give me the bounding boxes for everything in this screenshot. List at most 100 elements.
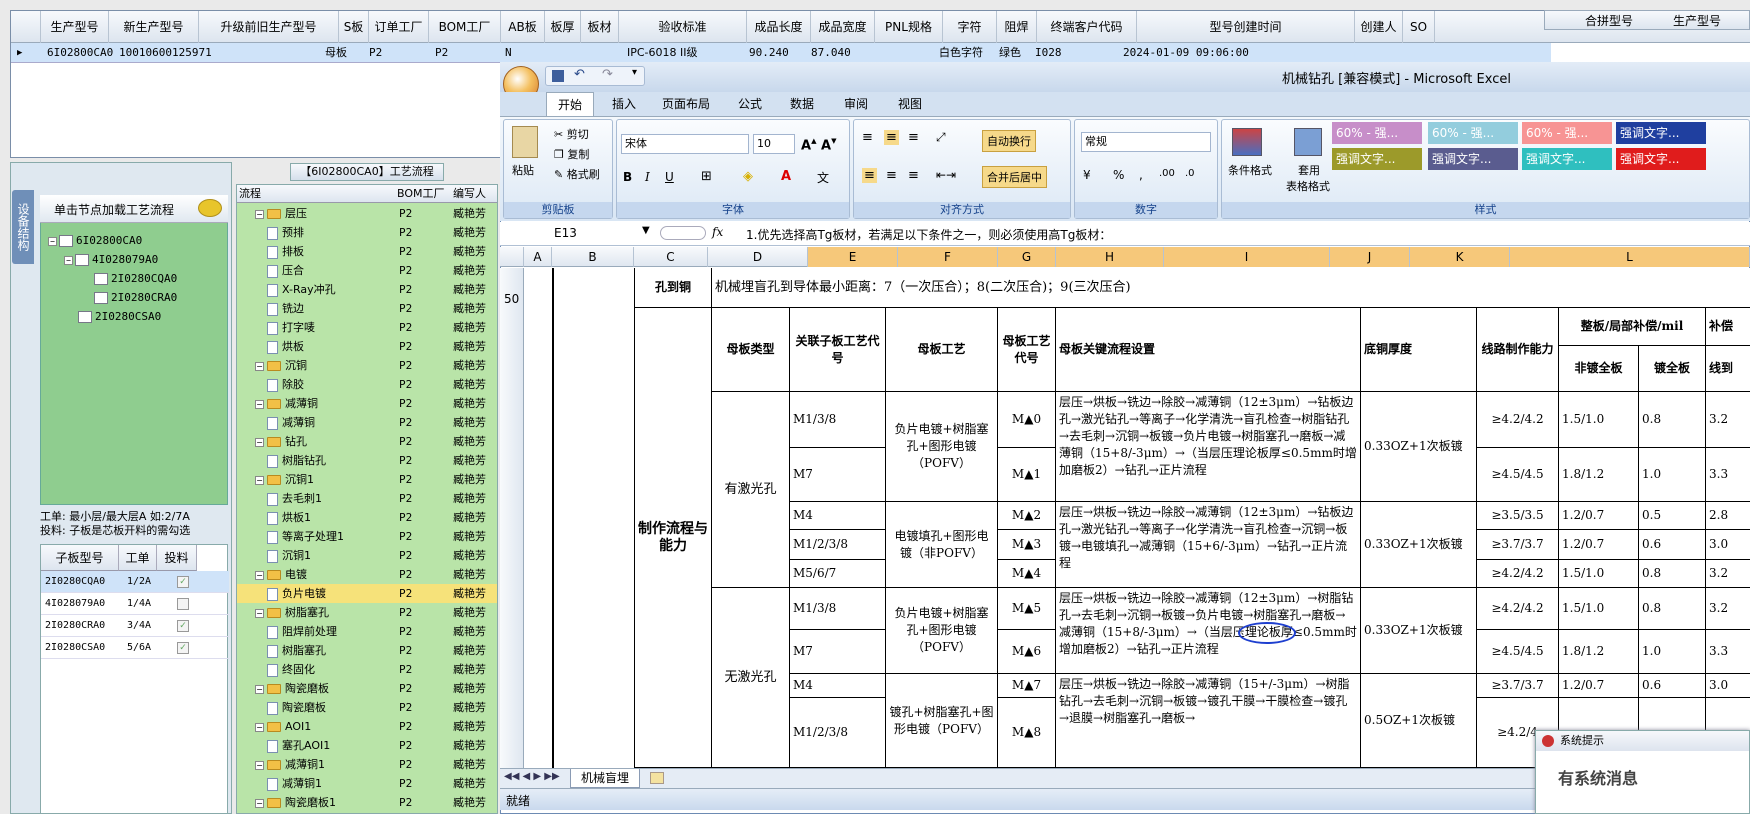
non-plated-cell[interactable]: 1.8/1.2 xyxy=(1559,448,1639,502)
table-row[interactable]: 2I0280CSA0 5/6A ✓ xyxy=(41,637,229,659)
col-thickness[interactable]: 板厚 xyxy=(545,11,581,43)
phonetic-icon[interactable]: 文 xyxy=(817,169,829,186)
collapse-icon[interactable]: − xyxy=(255,798,264,808)
col-ab[interactable]: AB板 xyxy=(501,11,545,43)
row-header-50[interactable]: 50 xyxy=(504,292,519,306)
worksheet[interactable]: 50 孔到铜 机械埋盲孔到导体最小距离：7（一次压合）；8(二次压合)；9(三次… xyxy=(500,268,1750,768)
list-item[interactable]: − 电镀 P2 臧艳芳 xyxy=(237,565,497,584)
list-item[interactable]: 树脂钻孔 P2 臧艳芳 xyxy=(237,451,497,470)
col-old-prod-no[interactable]: 升级前旧生产型号 xyxy=(199,11,339,43)
sub-order-cell[interactable]: 3/4A xyxy=(127,615,151,637)
process-code-cell[interactable]: M▲1 xyxy=(998,448,1056,502)
number-format-select[interactable]: 常规 xyxy=(1081,132,1211,152)
undo-icon[interactable]: ↶ xyxy=(574,67,585,82)
cell-mask[interactable]: 绿色 xyxy=(999,43,1021,63)
non-plated-cell[interactable]: 1.2/0.7 xyxy=(1559,674,1639,698)
line-cell[interactable]: 3.2 xyxy=(1706,588,1750,630)
feed-checkbox[interactable]: ✓ xyxy=(177,642,189,654)
h-line[interactable]: 线到 xyxy=(1706,346,1750,392)
collapse-icon[interactable]: − xyxy=(48,236,57,246)
list-item[interactable]: 烘板 P2 臧艳芳 xyxy=(237,337,497,356)
list-item[interactable]: 压合 P2 臧艳芳 xyxy=(237,261,497,280)
col-header-A[interactable]: A xyxy=(524,247,552,267)
col-header-G[interactable]: G xyxy=(998,247,1056,267)
col-standard[interactable]: 验收标准 xyxy=(619,11,747,43)
col-s-board[interactable]: S板 xyxy=(339,11,369,43)
indent-icon[interactable]: ⇤⇥ xyxy=(936,168,956,182)
cell-created[interactable]: 2024-01-09 09:06:00 xyxy=(1123,43,1249,63)
non-plated-cell[interactable]: 1.5/1.0 xyxy=(1559,560,1639,588)
h-key-flow[interactable]: 母板关键流程设置 xyxy=(1056,308,1361,392)
list-item[interactable]: − 钻孔 P2 臧艳芳 xyxy=(237,432,497,451)
sub-model-cell[interactable]: 2I0280CSA0 xyxy=(45,637,105,659)
sub-model-cell[interactable]: 4I028079A0 xyxy=(45,593,105,615)
grow-font-icon[interactable]: A▴ A▾ xyxy=(801,134,837,153)
name-box[interactable]: E13 xyxy=(554,226,577,240)
conditional-format-button[interactable]: 条件格式 xyxy=(1228,162,1272,178)
h-plated[interactable]: 镀全板 xyxy=(1639,346,1706,392)
col-customer[interactable]: 终端客户代码 xyxy=(1037,11,1137,43)
sheet-tab-active[interactable]: 机械盲埋 xyxy=(570,769,641,788)
hole-copper-text[interactable]: 机械埋盲孔到导体最小距离：7（一次压合）；8(二次压合)；9(三次压合) xyxy=(712,268,1750,308)
format-painter-button[interactable]: ✎ 格式刷 xyxy=(554,166,600,182)
capability-cell[interactable]: ≥4.2/4.2 xyxy=(1477,560,1559,588)
sub-order-cell[interactable]: 1/4A xyxy=(127,593,151,615)
align-right-icon[interactable]: ≡ xyxy=(908,168,919,183)
col-header-E[interactable]: E xyxy=(808,247,898,267)
tab-formulas[interactable]: 公式 xyxy=(730,92,770,116)
sub-model-cell[interactable]: 2I0280CQA0 xyxy=(45,571,105,593)
col-width[interactable]: 成品宽度 xyxy=(811,11,875,43)
select-all-corner[interactable] xyxy=(500,247,524,267)
list-item[interactable]: 除胶 P2 臧艳芳 xyxy=(237,375,497,394)
popup-message[interactable]: 有系统消息 xyxy=(1558,765,1638,789)
font-color-icon[interactable]: A xyxy=(781,169,791,184)
non-plated-cell[interactable]: 1.5/1.0 xyxy=(1559,588,1639,630)
h-process-code[interactable]: 母板工艺代号 xyxy=(998,308,1056,392)
col-material[interactable]: 板材 xyxy=(581,11,619,43)
col-flow[interactable]: 流程 xyxy=(239,185,261,203)
list-item[interactable]: 排板 P2 臧艳芳 xyxy=(237,242,497,261)
cut-button[interactable]: ✂ 剪切 xyxy=(554,126,589,142)
align-top-icon[interactable]: ≡ xyxy=(862,130,873,145)
sub-model-cell[interactable]: 2I0280CRA0 xyxy=(45,615,105,637)
list-item[interactable]: − 树脂塞孔 P2 臧艳芳 xyxy=(237,603,497,622)
related-code-cell[interactable]: M1/2/3/8 xyxy=(790,530,886,560)
list-item[interactable]: 终固化 P2 臧艳芳 xyxy=(237,660,497,679)
collapse-icon[interactable]: − xyxy=(255,570,264,580)
col-prod-no[interactable]: 生产型号 xyxy=(41,11,109,43)
process-code-cell[interactable]: M▲5 xyxy=(998,588,1056,630)
table-row[interactable]: 2I0280CRA0 3/4A ✓ xyxy=(41,615,229,637)
list-item[interactable]: − AOI1 P2 臧艳芳 xyxy=(237,717,497,736)
list-item[interactable]: 沉铜1 P2 臧艳芳 xyxy=(237,546,497,565)
process-code-cell[interactable]: M▲3 xyxy=(998,530,1056,560)
base-copper-3[interactable]: 0.33OZ+1次板镀 xyxy=(1361,588,1477,674)
line-cell[interactable]: 3.2 xyxy=(1706,560,1750,588)
comma-icon[interactable]: , xyxy=(1139,168,1143,182)
cell-style-swatch[interactable]: 强调文字... xyxy=(1522,148,1612,170)
feed-checkbox[interactable] xyxy=(177,598,189,610)
list-item[interactable]: 等离子处理1 P2 臧艳芳 xyxy=(237,527,497,546)
sub-board-grid[interactable]: 子板型号 工单 投料 2I0280CQA0 1/2A ✓ 4I028079A0 … xyxy=(40,544,229,814)
h-base-copper[interactable]: 底铜厚度 xyxy=(1361,308,1477,392)
tab-data[interactable]: 数据 xyxy=(782,92,822,116)
plated-cell[interactable]: 1.0 xyxy=(1639,630,1706,674)
table-format-button-2[interactable]: 表格格式 xyxy=(1286,178,1330,194)
col-header-K[interactable]: K xyxy=(1410,247,1510,267)
list-item[interactable]: − 陶瓷磨板 P2 臧艳芳 xyxy=(237,679,497,698)
base-copper-2[interactable]: 0.33OZ+1次板镀 xyxy=(1361,502,1477,588)
cell-bom-factory[interactable]: P2 xyxy=(435,43,448,63)
col-header-J[interactable]: J xyxy=(1330,247,1410,267)
list-item[interactable]: 陶瓷磨板 P2 臧艳芳 xyxy=(237,698,497,717)
copy-button[interactable]: ❐ 复制 xyxy=(554,146,589,162)
cell-style-swatch[interactable]: 强调文字... xyxy=(1616,122,1706,144)
plated-cell[interactable]: 0.8 xyxy=(1639,588,1706,630)
related-code-cell[interactable]: M4 xyxy=(790,674,886,698)
cell-standard[interactable]: IPC-6018 II级 xyxy=(627,43,698,63)
increase-decimal-icon[interactable]: .00 xyxy=(1159,168,1175,179)
collapse-icon[interactable]: − xyxy=(255,475,264,485)
col-header-H[interactable]: H xyxy=(1056,247,1164,267)
non-plated-cell[interactable]: 1.8/1.2 xyxy=(1559,630,1639,674)
tab-home[interactable]: 开始 xyxy=(546,92,594,116)
sub-order-cell[interactable]: 1/2A xyxy=(127,571,151,593)
align-bottom-icon[interactable]: ≡ xyxy=(908,130,919,145)
